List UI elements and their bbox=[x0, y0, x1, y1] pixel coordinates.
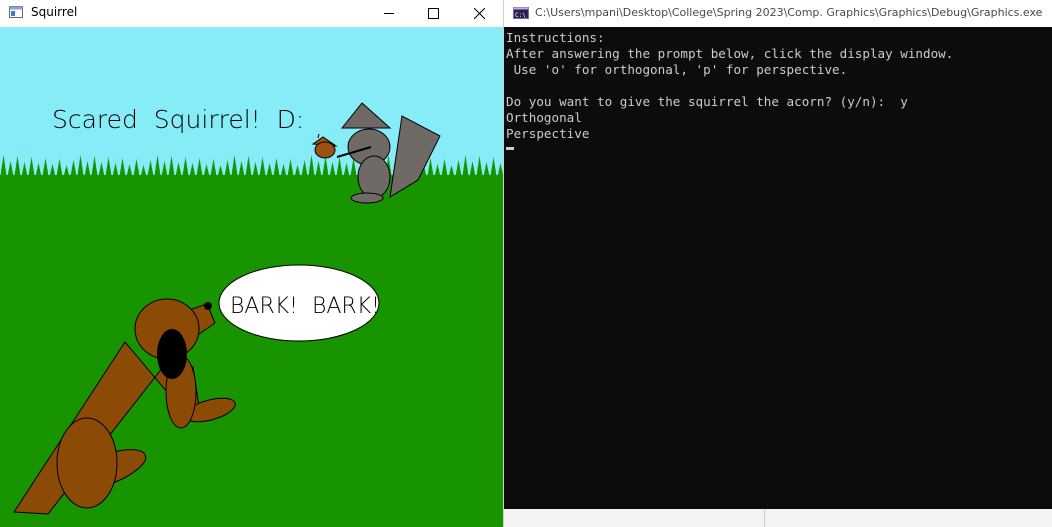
console-line: Orthogonal bbox=[506, 110, 582, 125]
squirrel-foot bbox=[350, 192, 384, 204]
close-icon bbox=[473, 8, 485, 19]
dog-haunch bbox=[56, 417, 118, 509]
maximize-button[interactable] bbox=[410, 0, 456, 27]
minimize-button[interactable] bbox=[366, 0, 412, 27]
console-line: Do you want to give the squirrel the aco… bbox=[506, 94, 908, 109]
text-cursor bbox=[506, 147, 514, 150]
acorn-nut bbox=[314, 141, 336, 159]
squirrel-window[interactable]: Squirrel Scared Squirrel! D: BARK! BARK! bbox=[0, 0, 504, 527]
desktop-background bbox=[504, 509, 1052, 527]
console-line: Use 'o' for orthogonal, 'p' for perspect… bbox=[506, 62, 848, 77]
squirrel-body bbox=[357, 155, 391, 199]
app-window-icon bbox=[9, 6, 23, 18]
console-line: Perspective bbox=[506, 126, 590, 141]
title-bar[interactable]: Squirrel bbox=[0, 0, 503, 27]
console-output[interactable]: Instructions: After answering the prompt… bbox=[506, 30, 953, 150]
console-title: C:\Users\mpani\Desktop\College\Spring 20… bbox=[535, 6, 1043, 19]
svg-text:C:\: C:\ bbox=[515, 12, 526, 19]
window-title: Squirrel bbox=[31, 5, 78, 19]
opengl-canvas[interactable]: Scared Squirrel! D: BARK! BARK! bbox=[0, 27, 503, 527]
console-line: Instructions: bbox=[506, 30, 605, 45]
console-line: After answering the prompt below, click … bbox=[506, 46, 954, 61]
dog-nose bbox=[204, 302, 212, 310]
console-app-icon: C:\ bbox=[513, 7, 529, 19]
minimize-icon bbox=[383, 13, 394, 14]
console-window[interactable]: C:\ C:\Users\mpani\Desktop\College\Sprin… bbox=[504, 0, 1052, 509]
close-button[interactable] bbox=[456, 0, 502, 27]
speech-bubble: BARK! BARK! bbox=[218, 264, 380, 342]
scene-heading: Scared Squirrel! D: bbox=[52, 105, 304, 134]
speech-bubble-text: BARK! BARK! bbox=[230, 294, 380, 319]
console-title-bar[interactable]: C:\ C:\Users\mpani\Desktop\College\Sprin… bbox=[504, 0, 1052, 27]
dog-ear bbox=[157, 329, 187, 379]
maximize-icon bbox=[427, 8, 439, 19]
window-divider bbox=[764, 509, 765, 527]
